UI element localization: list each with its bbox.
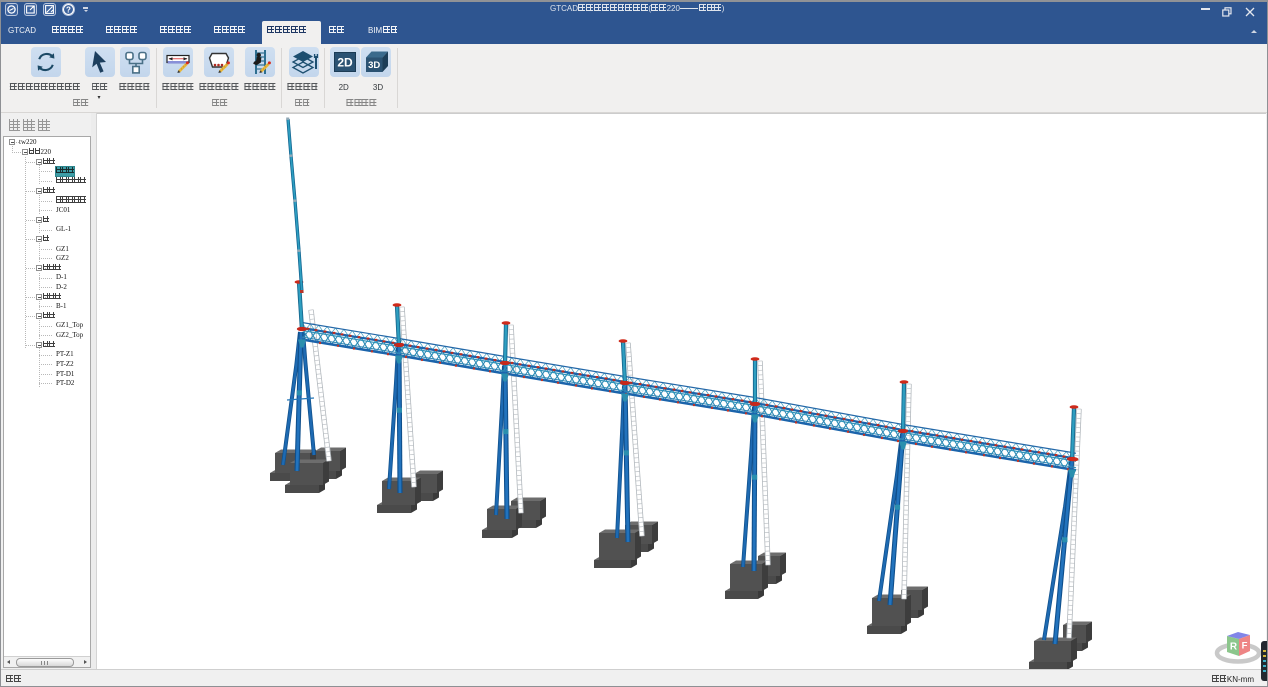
- svg-text:R: R: [1230, 642, 1238, 653]
- svg-text:F: F: [1242, 641, 1248, 652]
- svg-text:2D: 2D: [337, 56, 353, 70]
- svg-text:?: ?: [66, 5, 71, 14]
- svg-text:3D: 3D: [369, 60, 381, 71]
